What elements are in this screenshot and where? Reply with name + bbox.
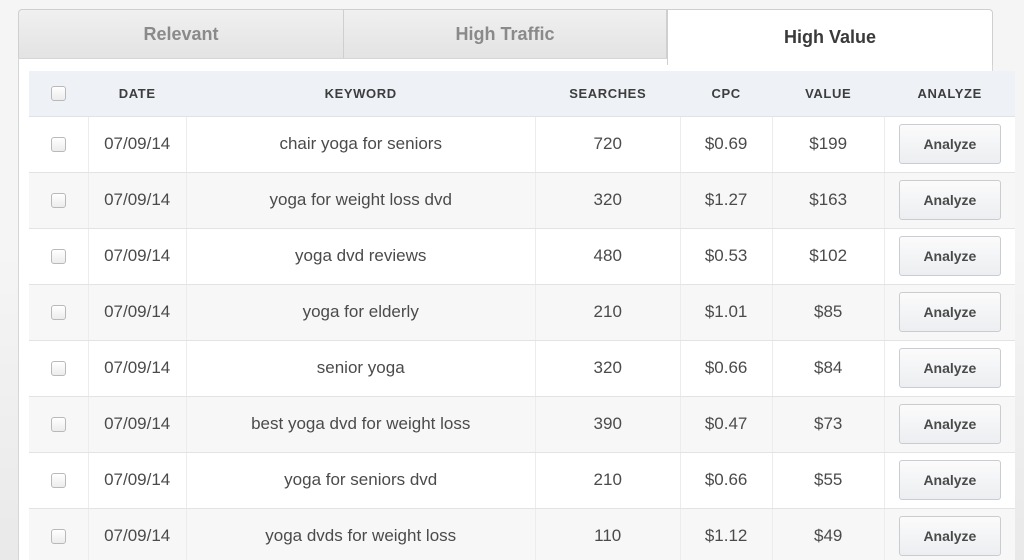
value-cell: $85 — [772, 284, 885, 341]
column-header-searches[interactable]: SEARCHES — [535, 71, 681, 117]
row-checkbox[interactable] — [50, 305, 66, 321]
analyze-cell: Analyze — [884, 228, 1015, 285]
tab-high-traffic[interactable]: High Traffic — [343, 9, 667, 59]
row-select-cell — [29, 172, 89, 229]
keyword-cell: chair yoga for seniors — [186, 116, 536, 173]
cpc-cell: $0.47 — [680, 396, 773, 453]
tab-relevant[interactable]: Relevant — [18, 9, 344, 59]
table-header-row: DATE KEYWORD SEARCHES CPC VALUE ANALYZE — [29, 71, 1015, 117]
value-cell: $55 — [772, 452, 885, 509]
row-checkbox[interactable] — [50, 361, 66, 377]
searches-cell: 320 — [535, 340, 681, 397]
row-select-cell — [29, 340, 89, 397]
row-select-cell — [29, 284, 89, 341]
analyze-button[interactable]: Analyze — [898, 404, 1001, 444]
cpc-cell: $1.12 — [680, 508, 773, 560]
analyze-button[interactable]: Analyze — [898, 460, 1001, 500]
cpc-cell: $0.69 — [680, 116, 773, 173]
row-select-cell — [29, 396, 89, 453]
keyword-cell: best yoga dvd for weight loss — [186, 396, 536, 453]
value-cell: $73 — [772, 396, 885, 453]
value-cell: $102 — [772, 228, 885, 285]
analyze-cell: Analyze — [884, 452, 1015, 509]
searches-cell: 390 — [535, 396, 681, 453]
analyze-cell: Analyze — [884, 508, 1015, 560]
analyze-button[interactable]: Analyze — [898, 348, 1001, 388]
cpc-cell: $0.53 — [680, 228, 773, 285]
date-cell: 07/09/14 — [88, 116, 187, 173]
row-select-cell — [29, 228, 89, 285]
analyze-cell: Analyze — [884, 284, 1015, 341]
value-cell: $49 — [772, 508, 885, 560]
date-cell: 07/09/14 — [88, 508, 187, 560]
column-header-value[interactable]: VALUE — [772, 71, 885, 117]
date-cell: 07/09/14 — [88, 452, 187, 509]
select-all-checkbox[interactable] — [51, 86, 67, 102]
cpc-cell: $1.27 — [680, 172, 773, 229]
searches-cell: 210 — [535, 452, 681, 509]
value-cell: $163 — [772, 172, 885, 229]
column-header-keyword[interactable]: KEYWORD — [186, 71, 536, 117]
analyze-cell: Analyze — [884, 396, 1015, 453]
row-checkbox[interactable] — [50, 193, 66, 209]
table-row: 07/09/14 yoga for weight loss dvd 320 $1… — [29, 172, 1015, 229]
searches-cell: 210 — [535, 284, 681, 341]
tab-bar: Relevant High Traffic High Value — [18, 9, 993, 65]
keyword-cell: yoga for weight loss dvd — [186, 172, 536, 229]
row-select-cell — [29, 116, 89, 173]
date-cell: 07/09/14 — [88, 340, 187, 397]
row-checkbox[interactable] — [50, 417, 66, 433]
table-row: 07/09/14 yoga for seniors dvd 210 $0.66 … — [29, 452, 1015, 509]
cpc-cell: $0.66 — [680, 340, 773, 397]
column-header-cpc[interactable]: CPC — [680, 71, 773, 117]
keyword-research-page: Relevant High Traffic High Value DATE KE… — [0, 0, 1024, 560]
row-checkbox[interactable] — [50, 137, 66, 153]
analyze-button[interactable]: Analyze — [898, 124, 1001, 164]
date-cell: 07/09/14 — [88, 228, 187, 285]
value-cell: $84 — [772, 340, 885, 397]
date-cell: 07/09/14 — [88, 172, 187, 229]
keyword-cell: yoga dvd reviews — [186, 228, 536, 285]
keyword-cell: yoga for elderly — [186, 284, 536, 341]
keyword-cell: yoga dvds for weight loss — [186, 508, 536, 560]
row-checkbox[interactable] — [50, 249, 66, 265]
analyze-cell: Analyze — [884, 116, 1015, 173]
table-row: 07/09/14 senior yoga 320 $0.66 $84 Analy… — [29, 340, 1015, 397]
row-select-cell — [29, 508, 89, 560]
value-cell: $199 — [772, 116, 885, 173]
searches-cell: 480 — [535, 228, 681, 285]
analyze-button[interactable]: Analyze — [898, 292, 1001, 332]
cpc-cell: $0.66 — [680, 452, 773, 509]
table-row: 07/09/14 yoga dvds for weight loss 110 $… — [29, 508, 1015, 560]
searches-cell: 720 — [535, 116, 681, 173]
table-row: 07/09/14 chair yoga for seniors 720 $0.6… — [29, 116, 1015, 173]
analyze-button[interactable]: Analyze — [898, 180, 1001, 220]
column-header-date[interactable]: DATE — [88, 71, 187, 117]
row-select-cell — [29, 452, 89, 509]
table-row: 07/09/14 yoga dvd reviews 480 $0.53 $102… — [29, 228, 1015, 285]
analyze-button[interactable]: Analyze — [898, 516, 1001, 556]
analyze-cell: Analyze — [884, 340, 1015, 397]
column-header-analyze: ANALYZE — [884, 71, 1015, 117]
row-checkbox[interactable] — [50, 529, 66, 545]
searches-cell: 320 — [535, 172, 681, 229]
row-checkbox[interactable] — [50, 473, 66, 489]
keyword-cell: senior yoga — [186, 340, 536, 397]
keywords-panel: DATE KEYWORD SEARCHES CPC VALUE ANALYZE … — [18, 58, 1015, 560]
analyze-button[interactable]: Analyze — [898, 236, 1001, 276]
searches-cell: 110 — [535, 508, 681, 560]
date-cell: 07/09/14 — [88, 396, 187, 453]
keyword-cell: yoga for seniors dvd — [186, 452, 536, 509]
select-all-cell — [29, 71, 89, 117]
date-cell: 07/09/14 — [88, 284, 187, 341]
table-row: 07/09/14 yoga for elderly 210 $1.01 $85 … — [29, 284, 1015, 341]
keywords-table: DATE KEYWORD SEARCHES CPC VALUE ANALYZE … — [29, 71, 1015, 560]
tab-high-value[interactable]: High Value — [667, 9, 993, 65]
cpc-cell: $1.01 — [680, 284, 773, 341]
table-row: 07/09/14 best yoga dvd for weight loss 3… — [29, 396, 1015, 453]
analyze-cell: Analyze — [884, 172, 1015, 229]
